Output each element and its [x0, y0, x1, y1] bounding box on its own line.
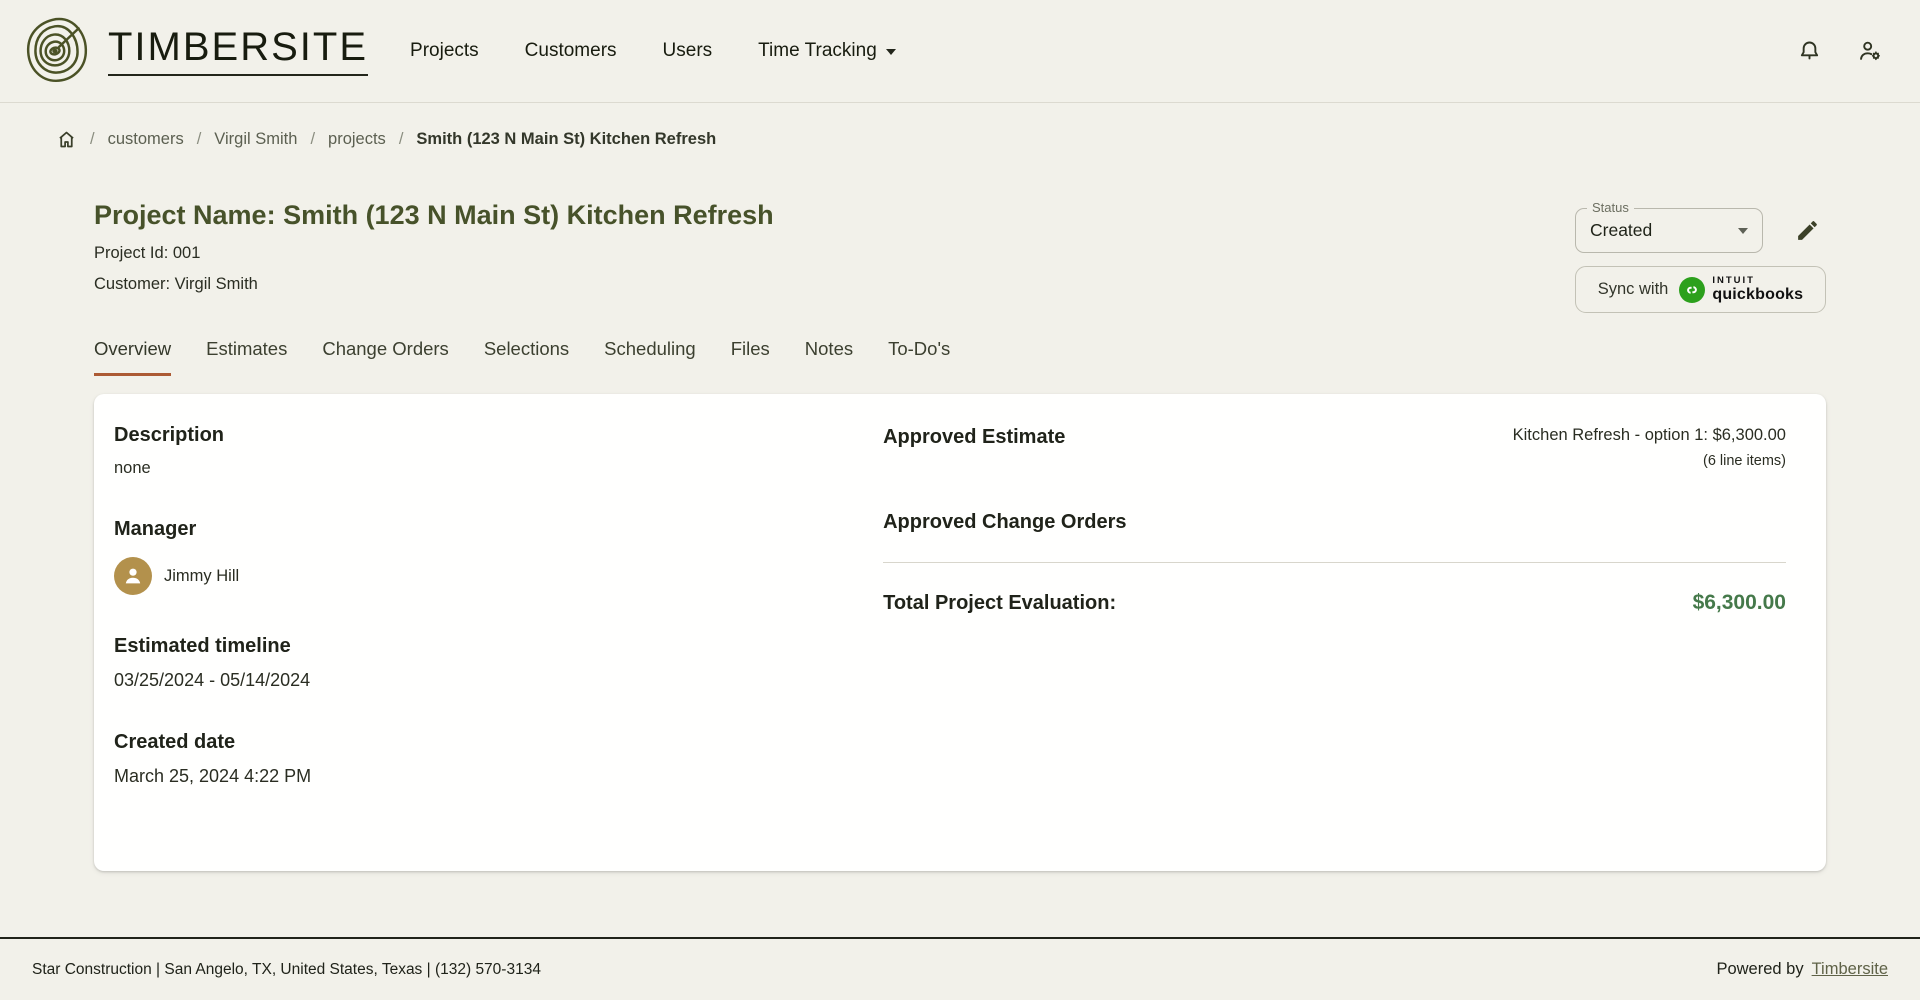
- project-customer: Customer: Virgil Smith: [94, 275, 1826, 294]
- approved-estimate-section: Approved Estimate Kitchen Refresh - opti…: [883, 426, 1786, 469]
- page-title: Project Name: Smith (123 N Main St) Kitc…: [94, 200, 1826, 231]
- nav-item-projects[interactable]: Projects: [410, 40, 479, 62]
- powered-by-label: Powered by: [1716, 960, 1803, 979]
- manager-section: Manager Jimmy Hill: [114, 518, 883, 595]
- user-settings-icon[interactable]: [1855, 36, 1886, 67]
- tab-change-orders[interactable]: Change Orders: [322, 338, 448, 376]
- total-evaluation-value: $6,300.00: [1693, 591, 1786, 615]
- tab-scheduling[interactable]: Scheduling: [604, 338, 696, 376]
- created-date-value: March 25, 2024 4:22 PM: [114, 766, 883, 787]
- approved-estimate-value: Kitchen Refresh - option 1: $6,300.00: [1513, 426, 1786, 445]
- nav-item-customers[interactable]: Customers: [525, 40, 617, 62]
- tab-notes[interactable]: Notes: [805, 338, 853, 376]
- nav-item-users[interactable]: Users: [663, 40, 713, 62]
- manager-heading: Manager: [114, 518, 883, 541]
- tree-rings-logo-icon: [20, 14, 94, 88]
- home-icon[interactable]: [56, 129, 77, 150]
- breadcrumb: / customers / Virgil Smith / projects / …: [0, 103, 1920, 150]
- timeline-section: Estimated timeline 03/25/2024 - 05/14/20…: [114, 635, 883, 691]
- divider: [883, 562, 1786, 563]
- overview-card: Description none Manager Jimmy Hill Esti: [94, 394, 1826, 871]
- breadcrumb-virgil-smith[interactable]: Virgil Smith: [214, 130, 297, 149]
- chevron-down-icon: [1738, 228, 1748, 234]
- brand-logo[interactable]: TIMBERSITE: [20, 14, 368, 88]
- approved-estimate-heading: Approved Estimate: [883, 426, 1065, 449]
- total-evaluation-section: Total Project Evaluation: $6,300.00: [883, 591, 1786, 615]
- nav-item-time-tracking[interactable]: Time Tracking: [758, 40, 896, 62]
- app-header: TIMBERSITE Projects Customers Users Time…: [0, 0, 1920, 103]
- brand-name: TIMBERSITE: [108, 27, 368, 76]
- manager-name: Jimmy Hill: [164, 567, 239, 586]
- status-value: Created: [1590, 220, 1738, 241]
- quickbooks-logo-icon: INTUIT quickbooks: [1678, 276, 1803, 304]
- breadcrumb-projects[interactable]: projects: [328, 130, 386, 149]
- main-nav: Projects Customers Users Time Tracking: [410, 40, 896, 62]
- approved-change-orders-heading: Approved Change Orders: [883, 511, 1786, 534]
- chevron-down-icon: [886, 49, 896, 55]
- approved-estimate-line-items: (6 line items): [1513, 453, 1786, 469]
- tab-overview[interactable]: Overview: [94, 338, 171, 376]
- manager-avatar: [114, 557, 152, 595]
- main-content: Project Name: Smith (123 N Main St) Kitc…: [0, 200, 1920, 871]
- tab-todos[interactable]: To-Do's: [888, 338, 950, 376]
- tab-selections[interactable]: Selections: [484, 338, 569, 376]
- created-date-section: Created date March 25, 2024 4:22 PM: [114, 731, 883, 787]
- description-section: Description none: [114, 424, 883, 478]
- edit-project-button[interactable]: [1795, 218, 1820, 243]
- timeline-heading: Estimated timeline: [114, 635, 883, 658]
- timbersite-link[interactable]: Timbersite: [1812, 960, 1888, 979]
- description-heading: Description: [114, 424, 883, 447]
- project-id: Project Id: 001: [94, 244, 1826, 263]
- tab-estimates[interactable]: Estimates: [206, 338, 287, 376]
- tab-files[interactable]: Files: [731, 338, 770, 376]
- company-info: Star Construction | San Angelo, TX, Unit…: [32, 961, 541, 979]
- description-value: none: [114, 459, 883, 478]
- timeline-value: 03/25/2024 - 05/14/2024: [114, 670, 883, 691]
- project-tabs: Overview Estimates Change Orders Selecti…: [94, 338, 1826, 376]
- header-actions: [1794, 36, 1886, 67]
- breadcrumb-customers[interactable]: customers: [108, 130, 184, 149]
- notification-bell-icon[interactable]: [1794, 36, 1825, 67]
- total-evaluation-heading: Total Project Evaluation:: [883, 592, 1116, 615]
- status-label: Status: [1587, 200, 1634, 215]
- sync-quickbooks-button[interactable]: Sync with INTUIT quickbooks: [1575, 266, 1826, 313]
- breadcrumb-current: Smith (123 N Main St) Kitchen Refresh: [416, 130, 716, 149]
- status-select[interactable]: Status Created: [1575, 208, 1763, 253]
- created-date-heading: Created date: [114, 731, 883, 754]
- app-footer: Star Construction | San Angelo, TX, Unit…: [0, 937, 1920, 1000]
